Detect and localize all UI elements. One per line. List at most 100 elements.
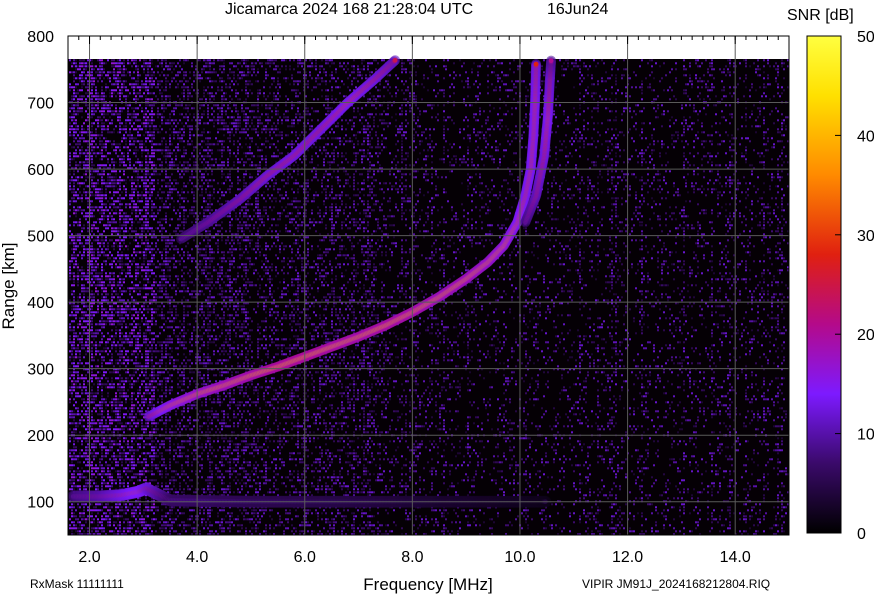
noise-pixel	[109, 257, 111, 259]
noise-pixel	[143, 62, 145, 64]
noise-pixel	[73, 191, 75, 193]
noise-pixel	[155, 245, 157, 247]
noise-pixel	[169, 134, 171, 136]
noise-pixel	[73, 209, 75, 211]
noise-pixel	[145, 116, 147, 118]
noise-pixel	[173, 62, 175, 64]
noise-pixel	[105, 485, 107, 487]
noise-pixel	[75, 356, 77, 358]
noise-pixel	[109, 305, 111, 307]
noise-pixel	[163, 377, 165, 379]
noise-pixel	[117, 251, 119, 253]
noise-pixel	[131, 59, 133, 61]
noise-pixel	[173, 365, 175, 367]
noise-pixel	[129, 218, 131, 220]
noise-pixel	[143, 83, 145, 85]
noise-pixel	[119, 194, 121, 196]
noise-pixel	[91, 83, 93, 85]
noise-pixel	[73, 308, 75, 310]
noise-pixel	[133, 206, 135, 208]
noise-pixel	[77, 176, 79, 178]
noise-pixel	[69, 269, 71, 271]
noise-pixel	[81, 290, 83, 292]
noise-pixel	[115, 458, 117, 460]
noise-pixel	[173, 209, 175, 211]
noise-pixel	[109, 401, 111, 403]
noise-pixel	[151, 71, 153, 73]
noise-pixel	[105, 149, 107, 151]
noise-pixel	[147, 98, 149, 100]
noise-pixel	[133, 152, 135, 154]
noise-pixel	[169, 482, 171, 484]
noise-pixel	[101, 395, 103, 397]
noise-pixel	[161, 149, 163, 151]
noise-pixel	[155, 125, 157, 127]
noise-pixel	[79, 293, 81, 295]
noise-pixel	[175, 326, 177, 328]
noise-pixel	[159, 263, 161, 265]
noise-pixel	[77, 236, 79, 238]
noise-pixel	[109, 521, 111, 523]
noise-pixel	[99, 380, 101, 382]
noise-pixel	[127, 158, 129, 160]
noise-pixel	[119, 98, 121, 100]
noise-pixel	[103, 116, 105, 118]
noise-pixel	[93, 77, 95, 79]
noise-pixel	[73, 98, 75, 100]
noise-pixel	[143, 371, 145, 373]
noise-pixel	[73, 374, 75, 376]
noise-pixel	[75, 164, 77, 166]
noise-pixel	[145, 242, 147, 244]
noise-pixel	[117, 416, 119, 418]
noise-pixel	[147, 164, 149, 166]
noise-pixel	[145, 221, 147, 223]
noise-pixel	[115, 398, 117, 400]
noise-pixel	[143, 86, 145, 88]
noise-pixel	[171, 119, 173, 121]
noise-pixel	[103, 182, 105, 184]
noise-pixel	[79, 530, 81, 532]
noise-pixel	[165, 149, 167, 151]
noise-pixel	[85, 362, 87, 364]
noise-pixel	[103, 125, 105, 127]
noise-pixel	[157, 398, 159, 400]
noise-pixel	[119, 212, 121, 214]
noise-pixel	[97, 473, 99, 475]
noise-pixel	[123, 137, 125, 139]
noise-pixel	[145, 284, 147, 286]
noise-pixel	[117, 239, 119, 241]
noise-pixel	[165, 512, 167, 514]
noise-pixel	[83, 398, 85, 400]
noise-pixel	[105, 320, 107, 322]
noise-pixel	[177, 146, 179, 148]
noise-pixel	[95, 197, 97, 199]
noise-pixel	[111, 485, 113, 487]
noise-pixel	[117, 320, 119, 322]
noise-pixel	[71, 521, 73, 523]
noise-pixel	[81, 455, 83, 457]
noise-pixel	[79, 182, 81, 184]
noise-pixel	[69, 83, 71, 85]
noise-pixel	[147, 266, 149, 268]
noise-pixel	[79, 473, 81, 475]
noise-pixel	[163, 392, 165, 394]
noise-pixel	[123, 428, 125, 430]
noise-pixel	[127, 458, 129, 460]
noise-pixel	[165, 326, 167, 328]
noise-pixel	[137, 338, 139, 340]
noise-pixel	[101, 152, 103, 154]
noise-pixel	[119, 296, 121, 298]
noise-pixel	[115, 209, 117, 211]
noise-pixel	[137, 236, 139, 238]
noise-pixel	[157, 335, 159, 337]
noise-pixel	[81, 152, 83, 154]
noise-pixel	[151, 242, 153, 244]
noise-pixel	[121, 476, 123, 478]
noise-pixel	[135, 161, 137, 163]
noise-pixel	[71, 476, 73, 478]
noise-pixel	[95, 287, 97, 289]
noise-pixel	[105, 437, 107, 439]
noise-pixel	[155, 437, 157, 439]
noise-pixel	[119, 284, 121, 286]
noise-pixel	[163, 293, 165, 295]
